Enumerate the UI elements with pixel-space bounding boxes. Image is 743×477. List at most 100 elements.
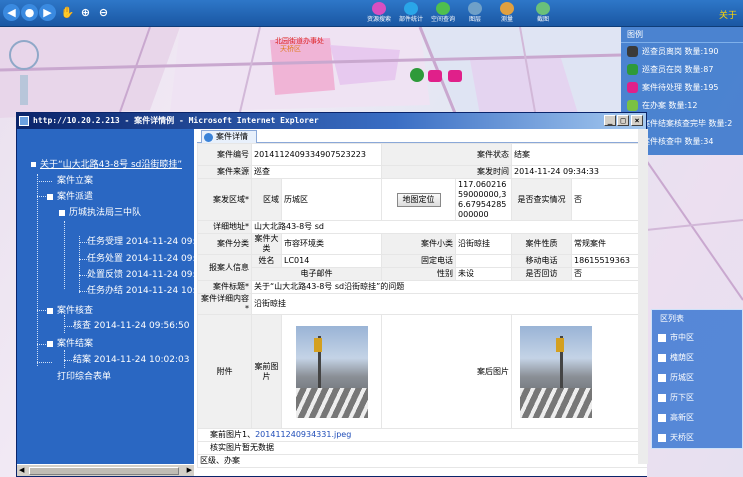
case-detail-table: 案件编号 2014112409334907523223 案件状态 结案 案件来源…	[197, 143, 647, 468]
coords-value: 117.06021659000000,36.67954285000000	[455, 178, 513, 221]
zoom-out-icon[interactable]: ⊖	[95, 4, 112, 21]
district-label: 天桥区	[670, 433, 694, 442]
close-button[interactable]: ×	[631, 115, 643, 126]
phone-value	[455, 254, 513, 268]
before-file-link[interactable]: 201411240934331.jpeg	[255, 430, 351, 439]
district-checkbox[interactable]	[658, 373, 666, 382]
tree-node-handle[interactable]: 任务处置 2014-11-24 09:5	[87, 253, 194, 265]
window-title: http://10.20.2.213 - 案件详情例 - Microsoft I…	[33, 116, 319, 125]
district-checkbox[interactable]	[658, 333, 666, 342]
maximize-button[interactable]: □	[617, 115, 629, 126]
window-titlebar[interactable]: http://10.20.2.213 - 案件详情例 - Microsoft I…	[17, 113, 646, 129]
toolbar-button-3[interactable]: 图层	[462, 2, 488, 27]
tree-horizontal-scrollbar[interactable]: ◀ ▶	[17, 464, 194, 476]
district-item[interactable]: 历城区	[652, 368, 742, 388]
zoom-in-icon[interactable]: ⊕	[77, 4, 94, 21]
district-item[interactable]: 市中区	[652, 328, 742, 348]
legend-item-label: 案件结案核查完毕 数量:2	[642, 119, 733, 128]
big-category-value: 市容环境类	[280, 233, 383, 255]
map-locate-button[interactable]: 地图定位	[396, 192, 441, 207]
tree-node-feedback[interactable]: 处置反馈 2014-11-24 09:5	[87, 269, 194, 281]
globe-icon[interactable]: ●	[21, 4, 38, 21]
forward-icon[interactable]: ▶	[39, 4, 56, 21]
district-checkbox[interactable]	[658, 433, 666, 442]
scroll-right-icon[interactable]: ▶	[187, 466, 192, 474]
detail-vertical-scrollbar[interactable]	[638, 129, 648, 464]
address-label: 详细地址*	[197, 220, 252, 234]
print-form-link[interactable]: 打印综合表单	[57, 371, 111, 383]
verify-image-row: 核实图片暂无数据	[197, 441, 647, 455]
tree-root[interactable]: 关于“山大北路43-8号 sd沿街晾挂”	[31, 159, 182, 171]
minimize-button[interactable]: _	[604, 115, 616, 126]
toolbar-button-4[interactable]: 测量	[494, 2, 520, 27]
district-item[interactable]: 高新区	[652, 408, 742, 428]
tree-node-team[interactable]: 历城执法局三中队	[59, 207, 141, 219]
legend-item-label: 巡查员离岗 数量:190	[642, 47, 719, 56]
revisit-label: 是否回访	[511, 267, 573, 281]
toolbar-button-2[interactable]: 空间查询	[430, 2, 456, 27]
before-image-label: 案前图片	[251, 314, 282, 429]
scroll-thumb[interactable]	[29, 467, 179, 475]
case-no-value: 2014112409334907523223	[250, 143, 383, 166]
tab-case-detail[interactable]: 案件详情	[201, 130, 257, 143]
district-item[interactable]: 历下区	[652, 388, 742, 408]
tree-node-finish[interactable]: 任务办结 2014-11-24 10:0	[87, 285, 194, 297]
subject-value: 关于“山大北路43-8号 sd沿街晾挂”的问题	[250, 280, 647, 294]
inspector-off-icon	[627, 46, 638, 57]
district-checkbox[interactable]	[658, 413, 666, 422]
before-photo[interactable]	[295, 325, 368, 418]
before-file-row: 案前图片1、201411240934331.jpeg	[197, 428, 647, 442]
district-item[interactable]: 天桥区	[652, 428, 742, 448]
district-item[interactable]: 槐荫区	[652, 348, 742, 368]
source-label: 案件来源	[197, 165, 252, 179]
tree-node-case-verify[interactable]: 案件核查	[47, 305, 93, 317]
scroll-left-icon[interactable]: ◀	[19, 466, 24, 474]
tree-node-case-register[interactable]: 案件立案	[57, 175, 93, 187]
address-value: 山大北路43-8号 sd	[250, 220, 647, 234]
map-marker-icon[interactable]	[410, 68, 424, 82]
toolbar-button-1[interactable]: 部件统计	[398, 2, 424, 27]
toolbar-button-0[interactable]: 资源搜索	[366, 2, 392, 27]
nature-label: 案件性质	[511, 233, 573, 255]
tree-node-close-time[interactable]: 结案 2014-11-24 10:02:03	[73, 354, 189, 366]
tab-bar: 案件详情	[197, 129, 647, 143]
district-list-title: 区列表	[660, 314, 684, 323]
tree-node-verify-time[interactable]: 核查 2014-11-24 09:56:50	[73, 320, 189, 332]
ie-app-icon	[19, 116, 29, 126]
about-button[interactable]: 关于	[719, 8, 737, 21]
legend-title: 图例	[621, 27, 743, 43]
content-label: 案件详细内容*	[197, 293, 252, 315]
case-pending-icon	[627, 82, 638, 93]
district-checkbox[interactable]	[658, 393, 666, 402]
case-no-label: 案件编号	[197, 143, 252, 166]
legend-item-label: 巡查员在岗 数量:87	[642, 65, 714, 74]
measure-icon	[500, 2, 514, 15]
region-label: 区域	[251, 178, 282, 221]
case-detail-panel: 案件详情 案件编号 2014112409334907523223 案件状态 结案…	[197, 129, 647, 476]
reporter-label: 报案人信息	[197, 254, 252, 281]
case-tab-icon	[204, 133, 213, 142]
back-icon[interactable]: ◀	[3, 4, 20, 21]
district-label: 高新区	[670, 413, 694, 422]
tree-node-case-dispatch[interactable]: 案件派遣	[47, 191, 93, 203]
map-marker-icon[interactable]	[428, 70, 442, 82]
district-label: 市中区	[670, 333, 694, 342]
case-detail-window: http://10.20.2.213 - 案件详情例 - Microsoft I…	[16, 112, 648, 477]
map-marker-icon[interactable]	[448, 70, 462, 82]
verify-label: 是否查实情况	[511, 178, 573, 221]
legend-item-label: 在办案 数量:12	[642, 101, 698, 110]
case-status-label: 案件状态	[381, 143, 513, 166]
after-photo[interactable]	[520, 325, 593, 418]
pan-hand-icon[interactable]: ✋	[59, 4, 76, 21]
toolbar-button-5[interactable]: 截图	[530, 2, 556, 27]
space-query-icon	[436, 2, 450, 15]
attachment-label: 附件	[197, 314, 252, 429]
toolbar-button-label: 截图	[536, 16, 549, 23]
name-label: 姓名	[251, 254, 282, 268]
tree-node-accept[interactable]: 任务受理 2014-11-24 09:5	[87, 236, 194, 248]
legend-item: 案件待处理 数量:195	[621, 79, 743, 97]
district-checkbox[interactable]	[658, 353, 666, 362]
footer-row: 区级、办案	[197, 454, 647, 468]
time-value: 2014-11-24 09:34:33	[511, 165, 647, 179]
tree-node-case-close[interactable]: 案件结案	[47, 338, 93, 350]
